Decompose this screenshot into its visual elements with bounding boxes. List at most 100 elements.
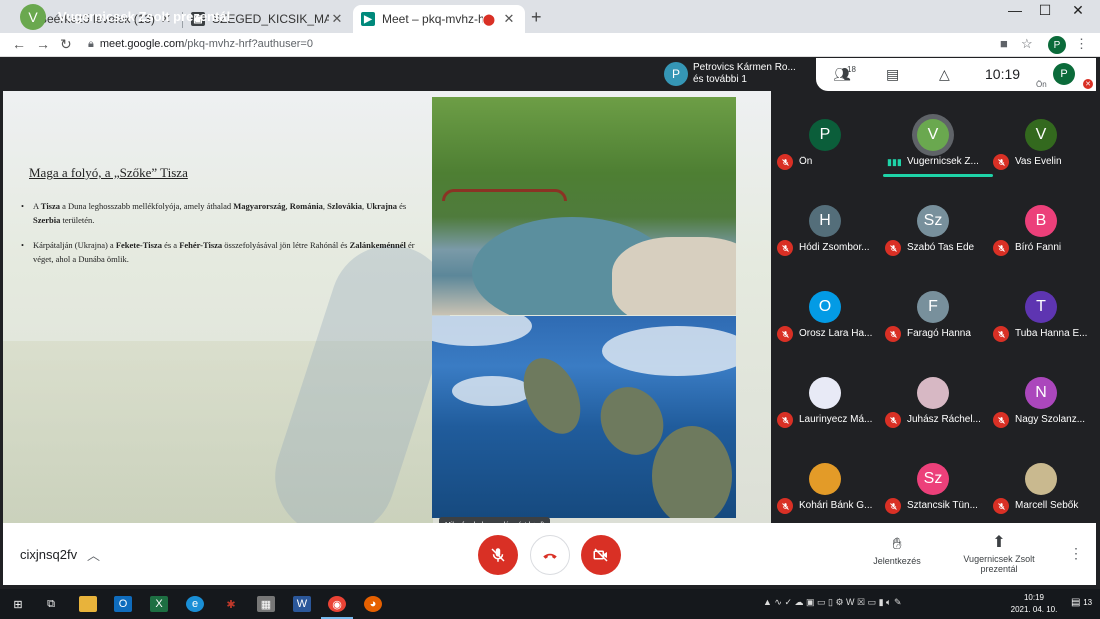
close-window-button[interactable]: ✕ bbox=[1063, 2, 1093, 19]
tab-title: Meet – pkq-mvhz-hrf bbox=[382, 12, 483, 26]
chevron-up-icon[interactable]: ︿ bbox=[87, 545, 100, 564]
system-tray-icons[interactable]: ▲ ∿ ✓ ☁ ▣ ▭ ▯ ⚙ W ☒ ▭ ▮ 🔈︎ ✎ bbox=[763, 597, 901, 608]
participant-tile[interactable]: O Orosz Lara Ha... bbox=[771, 263, 879, 349]
maximize-button[interactable]: ☐ bbox=[1030, 2, 1060, 19]
chat-icon[interactable]: ▤ bbox=[886, 66, 899, 83]
mic-off-icon bbox=[993, 498, 1009, 514]
camera-toggle-button[interactable] bbox=[581, 535, 621, 575]
participant-tile[interactable]: V ▮▮▮ Vugernicsek Z... bbox=[879, 91, 993, 177]
leave-call-button[interactable] bbox=[530, 535, 570, 575]
menu-icon[interactable]: ⋮ bbox=[1075, 36, 1088, 52]
participant-avatar: P bbox=[809, 119, 841, 151]
mic-off-icon bbox=[777, 412, 793, 428]
participant-tile[interactable]: B Bíró Fanni bbox=[987, 177, 1095, 263]
profile-avatar[interactable]: P bbox=[1048, 36, 1066, 54]
participant-tile[interactable]: Marcell Sebők bbox=[987, 435, 1095, 521]
minimize-button[interactable]: — bbox=[1000, 2, 1030, 18]
camera-icon[interactable]: ■ bbox=[1000, 36, 1008, 51]
notification-icon[interactable]: ▤ 13 bbox=[1071, 597, 1092, 608]
more-options-icon[interactable]: ⋮ bbox=[1069, 545, 1083, 562]
close-icon[interactable]: ✕ bbox=[329, 11, 345, 27]
mic-off-icon bbox=[993, 240, 1009, 256]
participant-name: Szabó Tas Ede bbox=[907, 242, 975, 253]
calculator-icon[interactable]: ▦ bbox=[257, 596, 275, 612]
participant-avatar: V bbox=[917, 119, 949, 151]
participant-tile[interactable]: T Tuba Hanna E... bbox=[987, 263, 1095, 349]
mic-toggle-button[interactable] bbox=[478, 535, 518, 575]
participant-name: Tuba Hanna E... bbox=[1015, 328, 1088, 339]
mic-off-icon bbox=[777, 154, 793, 170]
participant-name: Kohári Bánk G... bbox=[799, 500, 873, 511]
presenter-avatar: V bbox=[20, 4, 46, 30]
raise-hand-button[interactable]: ✋︎ Jelentkezés bbox=[862, 536, 932, 566]
outlook-icon[interactable]: O bbox=[114, 596, 132, 612]
firefox-icon[interactable]: ◕ bbox=[364, 596, 382, 612]
participant-name: Faragó Hanna bbox=[907, 328, 971, 339]
raise-hand-label: Jelentkezés bbox=[873, 556, 921, 566]
back-button[interactable]: ← bbox=[12, 36, 26, 52]
present-screen-icon: ⬆︎ bbox=[992, 534, 1006, 551]
star-icon[interactable]: ☆ bbox=[1021, 36, 1033, 52]
participant-tile[interactable]: F Faragó Hanna bbox=[879, 263, 987, 349]
participant-avatar: V bbox=[1025, 119, 1057, 151]
participant-tile[interactable]: V Vas Evelin bbox=[987, 91, 1095, 177]
mic-off-icon bbox=[885, 326, 901, 342]
reload-button[interactable]: ↻ bbox=[60, 36, 72, 53]
url-field[interactable]: 🔒︎ meet.google.com/pkq-mvhz-hrf?authuser=… bbox=[88, 38, 313, 51]
participant-avatar bbox=[809, 377, 841, 409]
forward-button[interactable]: → bbox=[36, 36, 50, 52]
word-icon[interactable]: W bbox=[293, 596, 311, 612]
participants-grid: P Ön V ▮▮▮ Vugernicsek Z... V Vas Evelin H Hódi … bbox=[771, 91, 1096, 523]
taskbar-clock[interactable]: 10:19 2021. 04. 10. bbox=[1010, 592, 1058, 616]
clock-time: 10:19 bbox=[1023, 593, 1045, 602]
mic-off-icon bbox=[885, 412, 901, 428]
participant-tile[interactable]: H Hódi Zsombor... bbox=[771, 177, 879, 263]
slide-bullet: Kárpátalján (Ukrajna) a Fekete-Tisza és … bbox=[19, 238, 419, 266]
file-explorer-icon[interactable] bbox=[79, 596, 97, 612]
mic-off-icon bbox=[777, 240, 793, 256]
presentation-slide: Maga a folyó, a „Szőke” Tisza A Tisza a … bbox=[3, 91, 771, 523]
participant-name: Nagy Szolanz... bbox=[1015, 414, 1086, 425]
participant-name: Juhász Ráchel... bbox=[907, 414, 981, 425]
edge-icon[interactable]: e bbox=[186, 596, 204, 612]
excel-icon[interactable]: X bbox=[150, 596, 168, 612]
participant-tile[interactable]: Sz Sztancsik Tün... bbox=[879, 435, 987, 521]
notification-count: 13 bbox=[1083, 598, 1093, 607]
hangup-icon bbox=[543, 553, 557, 559]
participant-tile[interactable]: Kohári Bánk G... bbox=[771, 435, 879, 521]
task-view-icon[interactable]: ⧉ bbox=[42, 596, 60, 612]
app-icon[interactable]: ✱ bbox=[222, 596, 240, 612]
close-icon[interactable]: ✕ bbox=[501, 11, 517, 27]
participant-name: Ön bbox=[799, 156, 813, 167]
participant-tile[interactable]: P Ön bbox=[771, 91, 879, 177]
new-tab-button[interactable]: + bbox=[531, 7, 542, 28]
mic-off-icon bbox=[993, 154, 1009, 170]
participant-avatar bbox=[809, 463, 841, 495]
participant-tile[interactable]: N Nagy Szolanz... bbox=[987, 349, 1095, 435]
mic-off-icon bbox=[777, 326, 793, 342]
participant-avatar bbox=[917, 377, 949, 409]
participant-avatar: N bbox=[1025, 377, 1057, 409]
meeting-code[interactable]: cixjnsq2fv bbox=[20, 547, 77, 562]
top-participant-name: Petrovics Kármen Ro... bbox=[693, 62, 796, 73]
participant-avatar: B bbox=[1025, 205, 1057, 237]
mic-off-icon bbox=[777, 498, 793, 514]
windows-start-icon[interactable]: ⊞ bbox=[9, 596, 27, 612]
self-label: Ön bbox=[1036, 80, 1047, 89]
activities-icon[interactable]: △ bbox=[939, 66, 950, 83]
meet-icon: ▶ bbox=[361, 12, 375, 26]
participant-tile[interactable]: Sz Szabó Tas Ede bbox=[879, 177, 987, 263]
audio-level-icon: ▮▮▮ bbox=[887, 157, 902, 167]
participant-tile[interactable]: Juhász Ráchel... bbox=[879, 349, 987, 435]
bridge-shape bbox=[442, 189, 567, 201]
mic-off-icon bbox=[993, 412, 1009, 428]
participant-avatar: T bbox=[1025, 291, 1057, 323]
participant-tile[interactable]: Laurinyecz Má... bbox=[771, 349, 879, 435]
camera-off-icon bbox=[593, 548, 608, 562]
presenting-button[interactable]: ⬆︎ Vugernicsek Zsolt prezentál bbox=[955, 532, 1043, 574]
tab-meet[interactable]: ▶ Meet – pkq-mvhz-hrf ⬤ ✕ bbox=[353, 5, 525, 33]
participant-avatar: F bbox=[917, 291, 949, 323]
chrome-icon[interactable]: ◉ bbox=[328, 596, 346, 612]
url-path: /pkq-mvhz-hrf?authuser=0 bbox=[184, 38, 313, 50]
participant-name: Marcell Sebők bbox=[1015, 500, 1079, 511]
